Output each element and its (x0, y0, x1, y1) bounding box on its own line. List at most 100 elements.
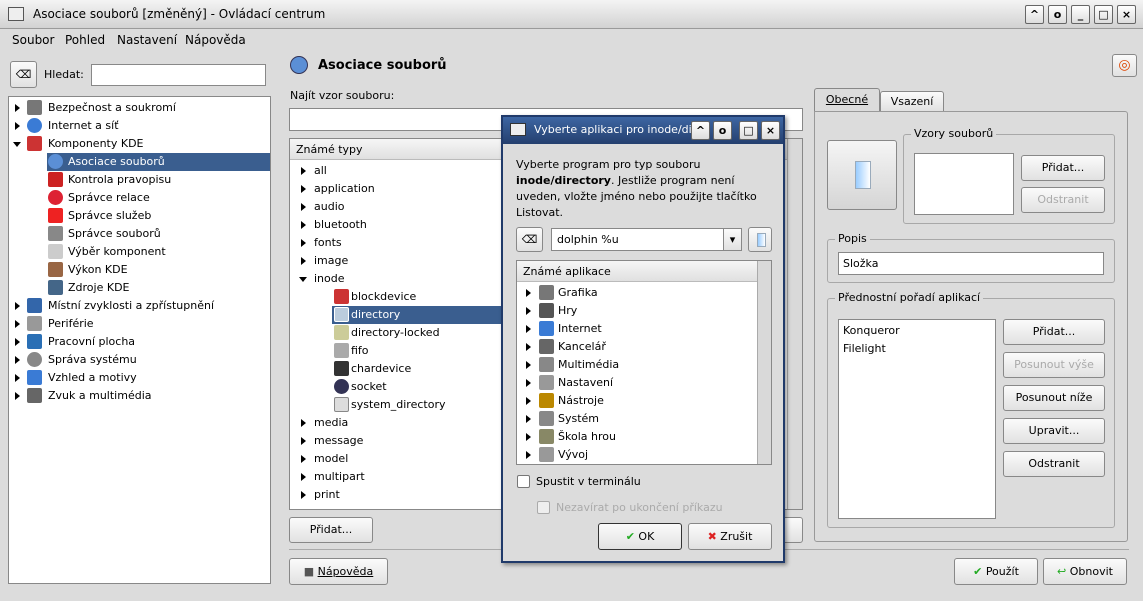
cancel-button[interactable]: ✖ Zrušit (688, 523, 772, 550)
remove-app-button[interactable]: Odstranit (1003, 451, 1105, 477)
known-apps-header[interactable]: Známé aplikace (517, 261, 757, 282)
app-category-item[interactable]: Kancelář (517, 338, 755, 356)
app-order-item[interactable]: Filelight (843, 342, 886, 355)
regional-icon (27, 298, 42, 313)
app-category-item[interactable]: Hry (517, 302, 755, 320)
maximize-icon[interactable]: □ (1094, 5, 1113, 24)
type-directory[interactable]: directory (332, 306, 502, 324)
sidebar-item-internet[interactable]: Internet a síť (9, 117, 270, 135)
expand-arrow-icon[interactable] (526, 415, 531, 423)
tab-embedding[interactable]: Vsazení (880, 91, 944, 112)
close-icon[interactable]: × (1117, 5, 1136, 24)
expand-arrow-icon[interactable] (526, 433, 531, 441)
expand-arrow-icon[interactable] (526, 325, 531, 333)
help-button[interactable]: ■ Nápověda (289, 558, 388, 585)
module-icon (290, 56, 308, 74)
types-scrollbar[interactable] (787, 139, 802, 509)
terminal-checkbox[interactable] (517, 475, 530, 488)
add-pattern-button[interactable]: Přidat... (1021, 155, 1105, 181)
app-category-item[interactable]: Systém (517, 410, 755, 428)
apply-button[interactable]: ✔ Použít (954, 558, 1038, 585)
move-up-button[interactable]: Posunout výše (1003, 352, 1105, 378)
check-icon: ✔ (625, 530, 639, 543)
app-category-label: Grafika (558, 286, 598, 299)
command-dropdown-icon[interactable]: ▾ (723, 228, 742, 251)
dialog-shade-icon[interactable]: ^ (691, 121, 710, 140)
clear-command-button[interactable]: ⌫ (516, 227, 543, 252)
expand-arrow-icon[interactable] (526, 451, 531, 459)
app-category-item[interactable]: Vývoj (517, 446, 755, 464)
sidebar-item-security[interactable]: Bezpečnost a soukromí (9, 99, 270, 117)
expand-arrow-icon[interactable] (526, 307, 531, 315)
app-category-label: Internet (558, 322, 602, 335)
ok-button[interactable]: ✔ OK (598, 523, 682, 550)
help-lifebuoy-icon[interactable]: ◎ (1112, 54, 1137, 77)
expand-arrow-icon[interactable] (526, 397, 531, 405)
move-down-button[interactable]: Posunout níže (1003, 385, 1105, 411)
no-close-checkbox[interactable] (537, 501, 550, 514)
apps-scrollbar[interactable] (757, 261, 771, 464)
sticky-icon[interactable]: o (1048, 5, 1067, 24)
folder-icon (334, 307, 349, 322)
app-category-icon (539, 339, 554, 354)
app-category-item[interactable]: Grafika (517, 284, 755, 302)
edit-app-button[interactable]: Upravit... (1003, 418, 1105, 444)
add-app-button[interactable]: Přidat... (1003, 319, 1105, 345)
dialog-maximize-icon[interactable]: □ (739, 121, 758, 140)
tab-general[interactable]: Obecné (814, 88, 880, 112)
menu-napoveda[interactable]: Nápověda (185, 33, 246, 47)
app-category-icon (539, 375, 554, 390)
performance-icon (48, 262, 63, 277)
spellcheck-icon (48, 172, 63, 187)
dialog-close-icon[interactable]: × (761, 121, 780, 140)
title-bar: Asociace souborů [změněný] - Ovládací ce… (0, 0, 1143, 29)
sidebar-item-kde-components[interactable]: Komponenty KDE (9, 135, 270, 153)
search-input[interactable] (91, 64, 266, 86)
app-category-label: Hry (558, 304, 578, 317)
app-category-label: Multimédia (558, 358, 620, 371)
sidebar-item-file-associations[interactable]: Asociace souborů (47, 153, 270, 171)
expand-arrow-icon[interactable] (526, 343, 531, 351)
folder-icon (855, 161, 871, 189)
description-input[interactable]: Složka (838, 252, 1104, 275)
app-category-item[interactable]: Nastavení (517, 374, 755, 392)
undo-icon: ↩ (1057, 565, 1070, 578)
app-order-group: Přednostní pořadí aplikací Konqueror Fil… (827, 291, 1115, 528)
clear-search-button[interactable]: ⌫ (10, 61, 37, 88)
app-category-item[interactable]: Multimédia (517, 356, 755, 374)
menu-nastaveni[interactable]: Nastavení (117, 33, 177, 47)
file-manager-icon (48, 226, 63, 241)
expand-arrow-icon[interactable] (526, 361, 531, 369)
app-category-icon (539, 321, 554, 336)
dialog-sticky-icon[interactable]: o (713, 121, 732, 140)
calendar-icon (48, 280, 63, 295)
expand-arrow-icon[interactable] (526, 379, 531, 387)
command-input[interactable]: dolphin %u (551, 228, 742, 251)
menu-bar: Soubor Pohled Nastavení Nápověda (0, 29, 1143, 52)
appearance-icon (27, 370, 42, 385)
remove-pattern-button[interactable]: Odstranit (1021, 187, 1105, 213)
patterns-list[interactable] (914, 153, 1014, 215)
patterns-group: Vzory souborů Přidat... Odstranit (903, 127, 1115, 224)
menu-pohled[interactable]: Pohled (65, 33, 105, 47)
globe-icon (27, 118, 42, 133)
find-label: Najít vzor souboru: (290, 89, 395, 102)
menu-soubor[interactable]: Soubor (12, 33, 54, 47)
terminal-icon (334, 361, 349, 376)
add-type-button[interactable]: Přidat... (289, 517, 373, 543)
mimetype-icon-button[interactable] (827, 140, 897, 210)
app-category-item[interactable]: Nástroje (517, 392, 755, 410)
browse-button[interactable] (748, 227, 772, 252)
expand-arrow-icon[interactable] (526, 289, 531, 297)
socket-icon (334, 379, 349, 394)
patterns-legend: Vzory souborů (911, 127, 997, 140)
app-category-label: Škola hrou (558, 430, 616, 443)
app-order-list[interactable]: Konqueror Filelight (838, 319, 996, 519)
minimize-icon[interactable]: _ (1071, 5, 1090, 24)
app-category-icon (539, 447, 554, 462)
app-order-item[interactable]: Konqueror (843, 324, 900, 337)
app-category-item[interactable]: Škola hrou (517, 428, 755, 446)
app-category-item[interactable]: Internet (517, 320, 755, 338)
shade-icon[interactable]: ^ (1025, 5, 1044, 24)
reset-button[interactable]: ↩ Obnovit (1043, 558, 1127, 585)
